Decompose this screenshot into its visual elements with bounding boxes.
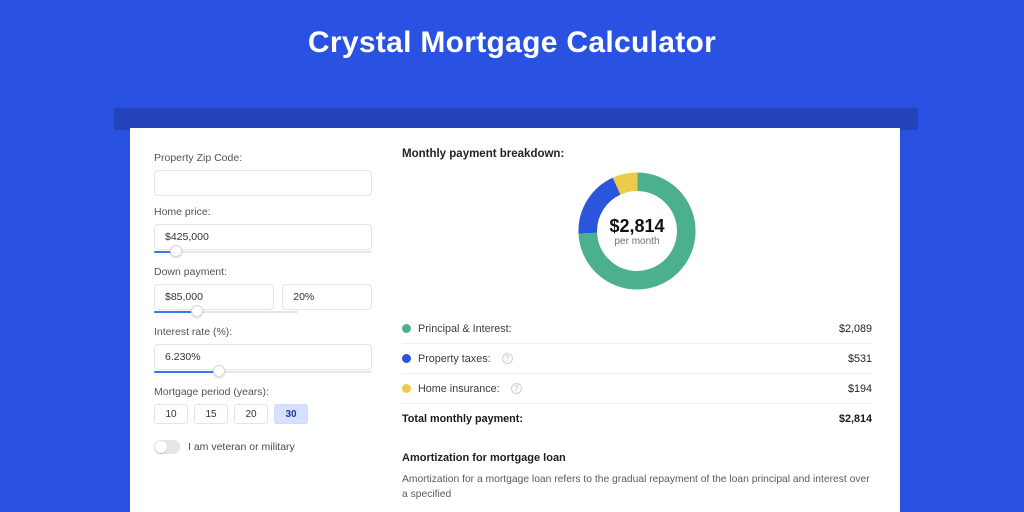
veteran-toggle[interactable] [154,440,180,454]
donut-center: $2,814 per month [572,166,702,296]
header-band [114,108,918,130]
info-icon[interactable]: ? [511,383,522,394]
period-chip-10[interactable]: 10 [154,404,188,424]
legend-amount: $531 [848,353,872,365]
page-title: Crystal Mortgage Calculator [0,0,1024,60]
donut-center-sub: per month [614,236,659,247]
inputs-panel: Property Zip Code: Home price: Down paym… [130,128,392,512]
rate-slider[interactable] [154,368,372,376]
legend-total-amount: $2,814 [839,413,872,425]
swatch-green-icon [402,324,411,333]
legend-label: Principal & Interest: [418,323,512,335]
legend-label: Home insurance: [418,383,500,395]
legend-row-total: Total monthly payment: $2,814 [402,404,872,434]
amortization-heading: Amortization for mortgage loan [402,452,872,464]
breakdown-panel: Monthly payment breakdown: $2,814 per [392,128,900,512]
amortization-section: Amortization for mortgage loan Amortizat… [402,452,872,503]
breakdown-donut: $2,814 per month [402,166,872,296]
breakdown-heading: Monthly payment breakdown: [402,148,872,160]
zip-label: Property Zip Code: [154,152,372,164]
info-icon[interactable]: ? [502,353,513,364]
period-chip-30[interactable]: 30 [274,404,308,424]
veteran-row: I am veteran or military [154,440,372,454]
legend-row-insurance: Home insurance: ? $194 [402,374,872,404]
price-label: Home price: [154,206,372,218]
calculator-card: Property Zip Code: Home price: Down paym… [130,128,900,512]
legend-amount: $194 [848,383,872,395]
legend-label: Property taxes: [418,353,491,365]
rate-input[interactable] [154,344,372,370]
zip-input[interactable] [154,170,372,196]
legend-row-principal: Principal & Interest: $2,089 [402,314,872,344]
period-chip-15[interactable]: 15 [194,404,228,424]
price-input[interactable] [154,224,372,250]
down-amount-input[interactable] [154,284,274,310]
amortization-body: Amortization for a mortgage loan refers … [402,472,872,503]
veteran-label: I am veteran or military [188,441,295,453]
period-field: Mortgage period (years): 10 15 20 30 [154,386,372,424]
period-label: Mortgage period (years): [154,386,372,398]
legend-total-label: Total monthly payment: [402,413,523,425]
rate-field: Interest rate (%): [154,326,372,376]
down-field: Down payment: [154,266,372,316]
period-options: 10 15 20 30 [154,404,372,424]
legend-amount: $2,089 [839,323,872,335]
down-slider[interactable] [154,308,298,316]
breakdown-legend: Principal & Interest: $2,089 Property ta… [402,314,872,434]
down-pct-input[interactable] [282,284,372,310]
donut-center-value: $2,814 [609,216,664,237]
down-label: Down payment: [154,266,372,278]
price-field: Home price: [154,206,372,256]
price-slider[interactable] [154,248,372,256]
swatch-blue-icon [402,354,411,363]
legend-row-taxes: Property taxes: ? $531 [402,344,872,374]
rate-label: Interest rate (%): [154,326,372,338]
swatch-yellow-icon [402,384,411,393]
zip-field: Property Zip Code: [154,152,372,196]
period-chip-20[interactable]: 20 [234,404,268,424]
